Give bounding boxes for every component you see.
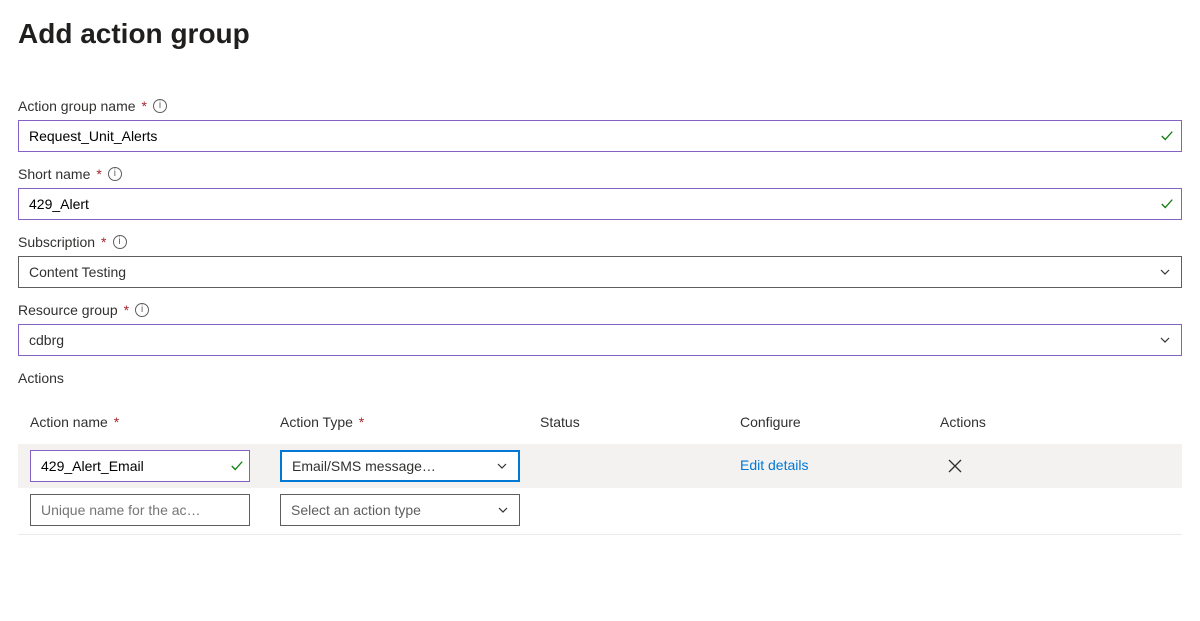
col-configure: Configure	[740, 414, 940, 430]
select-placeholder: Select an action type	[291, 502, 421, 518]
page-title: Add action group	[18, 18, 1182, 50]
action-type-select[interactable]: Select an action type	[280, 494, 520, 526]
actions-table: Action name * Action Type * Status Confi…	[18, 400, 1182, 535]
chevron-down-icon	[497, 504, 509, 516]
short-name-input[interactable]	[18, 188, 1182, 220]
label-short-name: Short name * i	[18, 166, 1182, 182]
label-text: Action Type	[280, 414, 353, 430]
field-short-name: Short name * i	[18, 166, 1182, 220]
col-action-type: Action Type *	[280, 414, 540, 430]
label-subscription: Subscription * i	[18, 234, 1182, 250]
field-resource-group: Resource group * i cdbrg	[18, 302, 1182, 356]
info-icon[interactable]: i	[153, 99, 167, 113]
required-marker: *	[359, 414, 364, 430]
actions-table-header: Action name * Action Type * Status Confi…	[18, 400, 1182, 444]
field-action-group-name: Action group name * i	[18, 98, 1182, 152]
label-text: Action group name	[18, 98, 136, 114]
info-icon[interactable]: i	[135, 303, 149, 317]
select-value: Content Testing	[29, 264, 126, 280]
info-icon[interactable]: i	[113, 235, 127, 249]
label-text: Resource group	[18, 302, 118, 318]
required-marker: *	[96, 166, 101, 182]
required-marker: *	[142, 98, 147, 114]
label-text: Short name	[18, 166, 90, 182]
chevron-down-icon	[1159, 334, 1171, 346]
select-value: cdbrg	[29, 332, 64, 348]
label-text: Subscription	[18, 234, 95, 250]
col-action-name: Action name *	[30, 414, 280, 430]
chevron-down-icon	[1159, 266, 1171, 278]
actions-section-label: Actions	[18, 370, 1182, 386]
action-name-input[interactable]	[30, 450, 250, 482]
divider	[18, 534, 1182, 535]
info-icon[interactable]: i	[108, 167, 122, 181]
select-value: Email/SMS message…	[292, 458, 436, 474]
resource-group-select[interactable]: cdbrg	[18, 324, 1182, 356]
action-group-name-input[interactable]	[18, 120, 1182, 152]
col-actions: Actions	[940, 414, 1090, 430]
action-name-input[interactable]	[30, 494, 250, 526]
delete-row-button[interactable]	[940, 458, 970, 474]
chevron-down-icon	[496, 460, 508, 472]
required-marker: *	[124, 302, 129, 318]
required-marker: *	[114, 414, 119, 430]
field-subscription: Subscription * i Content Testing	[18, 234, 1182, 288]
required-marker: *	[101, 234, 106, 250]
label-text: Action name	[30, 414, 108, 430]
edit-details-link[interactable]: Edit details	[740, 457, 808, 473]
table-row: Select an action type	[18, 488, 1182, 532]
action-type-select[interactable]: Email/SMS message…	[280, 450, 520, 482]
subscription-select[interactable]: Content Testing	[18, 256, 1182, 288]
col-status: Status	[540, 414, 740, 430]
table-row: Email/SMS message… Edit details	[18, 444, 1182, 488]
label-resource-group: Resource group * i	[18, 302, 1182, 318]
label-action-group-name: Action group name * i	[18, 98, 1182, 114]
